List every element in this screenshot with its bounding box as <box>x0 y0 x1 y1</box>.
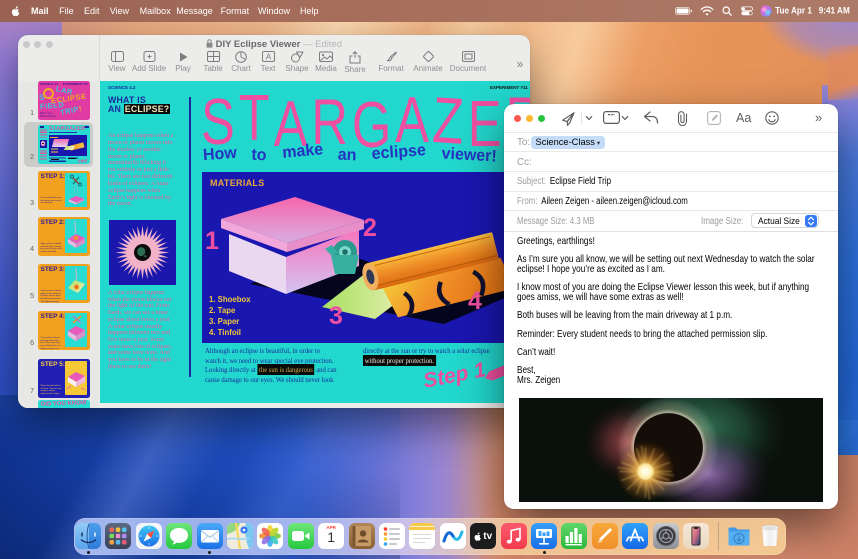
svg-text:3: 3 <box>329 302 343 330</box>
svg-text:4: 4 <box>468 287 482 315</box>
svg-text:A: A <box>265 53 271 62</box>
svg-text:1: 1 <box>205 227 219 255</box>
svg-text:2: 2 <box>363 214 377 242</box>
